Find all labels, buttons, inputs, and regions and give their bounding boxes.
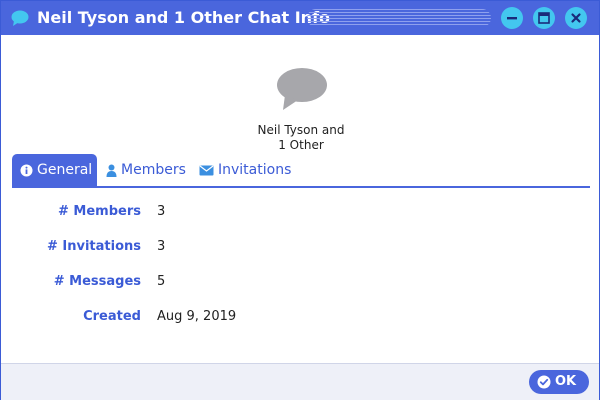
- envelope-icon: [199, 165, 214, 176]
- tab-members[interactable]: Members: [106, 154, 186, 186]
- created-value: Aug 9, 2019: [157, 309, 237, 324]
- close-button[interactable]: [565, 7, 587, 29]
- title-bar[interactable]: Neil Tyson and 1 Other Chat Info: [1, 1, 599, 35]
- ok-button[interactable]: OK: [529, 370, 589, 394]
- maximize-button[interactable]: [533, 7, 555, 29]
- speech-bubble-icon: [276, 67, 328, 111]
- invitations-count-label: # Invitations: [46, 239, 141, 254]
- chat-name-line1: Neil Tyson and: [257, 123, 345, 137]
- members-count-value: 3: [157, 204, 166, 219]
- chat-bubble-icon: [11, 10, 29, 26]
- window-title: Neil Tyson and 1 Other Chat Info: [37, 8, 331, 27]
- invitations-count-value: 3: [157, 239, 166, 254]
- info-row-members: # Members 3: [1, 204, 600, 224]
- close-icon: [571, 13, 581, 23]
- ok-button-label: OK: [555, 374, 577, 389]
- chat-info-window: Neil Tyson and 1 Other Chat Info Neil Ty…: [0, 0, 600, 400]
- chat-name-line2: 1 Other: [278, 138, 324, 152]
- user-icon: [106, 164, 117, 177]
- minimize-button[interactable]: [501, 7, 523, 29]
- members-count-label: # Members: [58, 204, 141, 219]
- messages-count-label: # Messages: [53, 274, 141, 289]
- info-row-created: Created Aug 9, 2019: [1, 309, 600, 329]
- tab-members-label: Members: [121, 162, 186, 178]
- title-drag-handle[interactable]: [307, 9, 491, 27]
- info-row-invitations: # Invitations 3: [1, 239, 600, 259]
- tab-bar: General Members Invitations: [12, 154, 590, 188]
- dialog-footer: OK: [1, 363, 599, 400]
- created-label: Created: [83, 309, 141, 324]
- check-circle-icon: [537, 375, 551, 389]
- tab-general[interactable]: General: [12, 154, 97, 186]
- minimize-icon: [507, 17, 517, 20]
- info-circle-icon: [20, 164, 33, 177]
- tab-invitations-label: Invitations: [218, 162, 292, 178]
- chat-name: Neil Tyson and 1 Other: [201, 123, 401, 153]
- info-row-messages: # Messages 5: [1, 274, 600, 294]
- maximize-icon: [538, 12, 550, 24]
- tab-invitations[interactable]: Invitations: [199, 154, 291, 186]
- tab-general-label: General: [37, 162, 93, 178]
- messages-count-value: 5: [157, 274, 166, 289]
